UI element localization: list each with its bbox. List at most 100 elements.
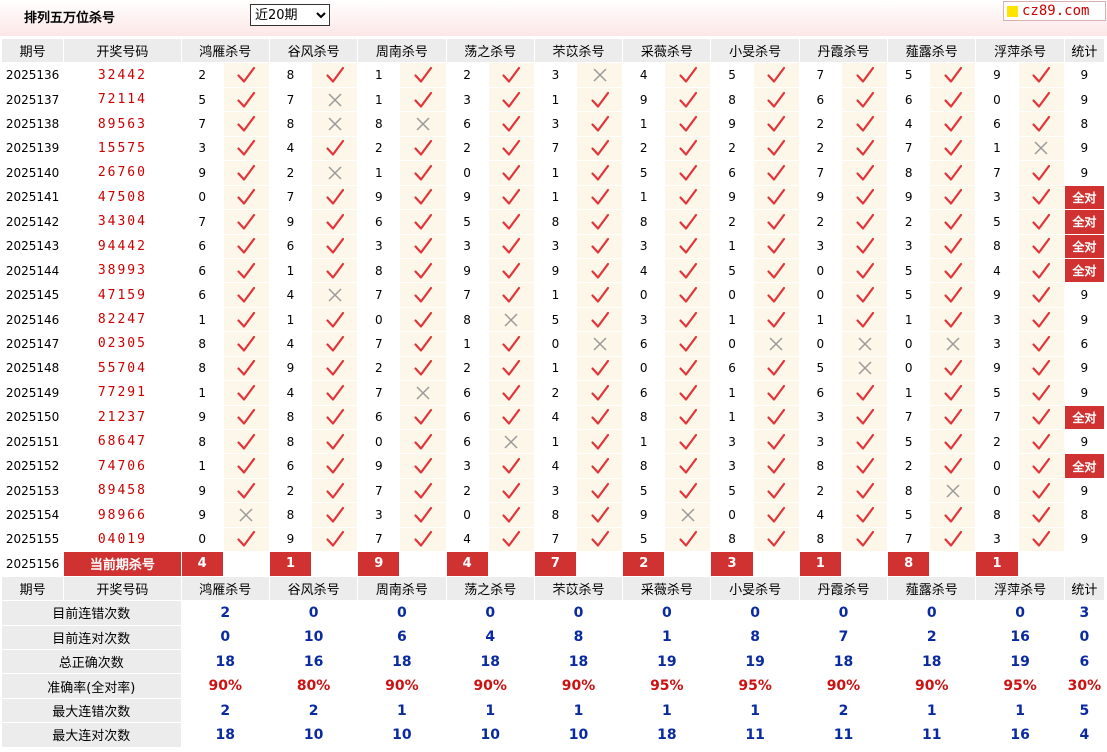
result-mark-cell xyxy=(1018,454,1065,479)
kill-number-cell: 3 xyxy=(446,234,489,259)
result-mark-cell xyxy=(223,307,270,333)
result-mark-cell xyxy=(400,527,447,553)
check-icon xyxy=(855,91,874,108)
stats-row: 目前连错次数 2 0 0 0 0 0 0 0 0 0 3 xyxy=(2,601,1105,626)
check-icon xyxy=(679,433,697,450)
result-mark-cell xyxy=(665,161,712,186)
check-icon xyxy=(1032,409,1051,425)
result-mark-cell xyxy=(841,430,889,455)
check-icon xyxy=(590,238,609,254)
check-icon xyxy=(1032,384,1051,401)
result-mark-cell xyxy=(930,258,977,284)
col-header-draw: 开奖号码 xyxy=(64,39,182,64)
cross-icon xyxy=(416,386,430,400)
result-mark-cell xyxy=(841,332,889,357)
stats-row: 总正确次数 18 16 18 18 18 19 19 18 18 19 6 xyxy=(2,649,1105,675)
stats-value: 1 xyxy=(534,698,624,724)
draw-number-cell: 32442 xyxy=(64,63,182,88)
stats-value: 0 xyxy=(799,601,889,626)
check-icon xyxy=(767,91,786,108)
result-mark-cell xyxy=(841,112,889,137)
result-mark-cell xyxy=(841,405,889,430)
check-icon xyxy=(855,140,874,157)
result-mark-cell xyxy=(753,161,800,186)
kill-number-table: 期号 开奖号码 鸿雁杀号 谷风杀号 周南杀号 荡之杀号 芣苡杀号 采薇杀号 小旻杀号 丹霞杀号 薤露… xyxy=(2,39,1105,748)
result-mark-cell xyxy=(223,210,270,235)
result-mark-cell xyxy=(223,503,270,528)
result-mark-cell xyxy=(841,381,889,406)
stats-value: 1 xyxy=(358,698,447,724)
result-mark-cell xyxy=(841,356,889,382)
kill-number-cell: 1 xyxy=(623,430,666,455)
result-mark-cell xyxy=(1018,356,1065,382)
stats-value: 6 xyxy=(358,625,447,650)
result-mark-cell xyxy=(400,234,447,259)
table-row: 2025153 89458 9 2 7 2 3 5 5 2 8 0 9 xyxy=(2,478,1105,504)
result-mark-cell xyxy=(312,112,359,137)
result-mark-cell xyxy=(753,454,800,479)
stats-row: 最大连对次数 18 10 10 10 10 18 11 11 11 16 4 xyxy=(2,723,1105,748)
kill-number-cell: 0 xyxy=(976,87,1019,113)
kill-number-cell: 5 xyxy=(888,258,931,284)
check-icon xyxy=(767,67,786,83)
result-mark-cell xyxy=(665,332,712,357)
result-mark-cell xyxy=(665,307,712,333)
check-icon xyxy=(590,433,609,450)
result-mark-cell xyxy=(930,283,977,308)
result-mark-cell xyxy=(930,161,977,186)
stats-label: 最大连对次数 xyxy=(2,723,182,748)
kill-number-cell: 0 xyxy=(623,356,666,382)
table-header-row: 期号 开奖号码 鸿雁杀号 谷风杀号 周南杀号 荡之杀号 芣苡杀号 采薇杀号 小旻杀号 丹霞杀号 薤露… xyxy=(2,39,1105,64)
check-icon xyxy=(414,189,433,205)
result-mark-cell xyxy=(312,63,359,88)
check-icon xyxy=(414,360,433,377)
kill-number-cell: 8 xyxy=(181,356,224,382)
result-mark-cell xyxy=(930,87,977,113)
kill-number-cell: 1 xyxy=(181,454,224,479)
kill-number-cell: 6 xyxy=(181,234,224,259)
kill-number-cell: 8 xyxy=(799,454,842,479)
result-mark-cell xyxy=(577,307,624,333)
col-header-expert: 小旻杀号 xyxy=(711,576,800,602)
kill-number-cell: 1 xyxy=(711,405,754,430)
result-mark-cell xyxy=(223,63,270,88)
result-mark-cell xyxy=(841,527,889,553)
period-select[interactable]: 近20期 xyxy=(250,4,330,26)
kill-number-cell: 9 xyxy=(358,454,401,479)
kill-number-cell: 2 xyxy=(799,478,842,504)
stats-value: 19 xyxy=(711,649,800,675)
check-icon xyxy=(502,164,521,181)
kill-number-cell: 0 xyxy=(358,430,401,455)
kill-number-cell: 1 xyxy=(534,185,577,211)
stats-value: 10 xyxy=(269,625,359,650)
result-mark-cell xyxy=(753,478,800,504)
result-mark-cell xyxy=(841,87,889,113)
result-mark-cell xyxy=(488,234,535,259)
kill-number-cell: 9 xyxy=(623,87,666,113)
kill-number-cell: 3 xyxy=(358,234,401,259)
check-icon xyxy=(855,238,874,254)
result-mark-cell xyxy=(930,136,977,162)
current-kill-number: 1 xyxy=(976,552,1019,577)
current-kill-spacer xyxy=(312,552,359,577)
result-mark-cell xyxy=(841,136,889,162)
check-icon xyxy=(414,311,433,328)
result-mark-cell xyxy=(400,283,447,308)
stats-value: 19 xyxy=(976,649,1065,675)
check-icon xyxy=(237,311,256,328)
check-icon xyxy=(237,91,256,108)
stats-value: 1 xyxy=(623,625,712,650)
check-icon xyxy=(237,360,256,377)
kill-number-cell: 6 xyxy=(799,87,842,113)
check-icon xyxy=(855,433,874,450)
check-icon xyxy=(855,115,874,132)
site-logo[interactable]: cz89.com xyxy=(1003,1,1106,21)
draw-number-cell: 34304 xyxy=(64,210,182,235)
result-mark-cell xyxy=(223,430,270,455)
kill-number-cell: 0 xyxy=(888,356,931,382)
kill-number-cell: 8 xyxy=(534,503,577,528)
col-header-expert: 丹霞杀号 xyxy=(799,39,889,64)
stats-value: 90% xyxy=(888,674,977,699)
issue-cell: 2025142 xyxy=(2,210,65,235)
stats-label: 目前连对次数 xyxy=(2,625,182,650)
